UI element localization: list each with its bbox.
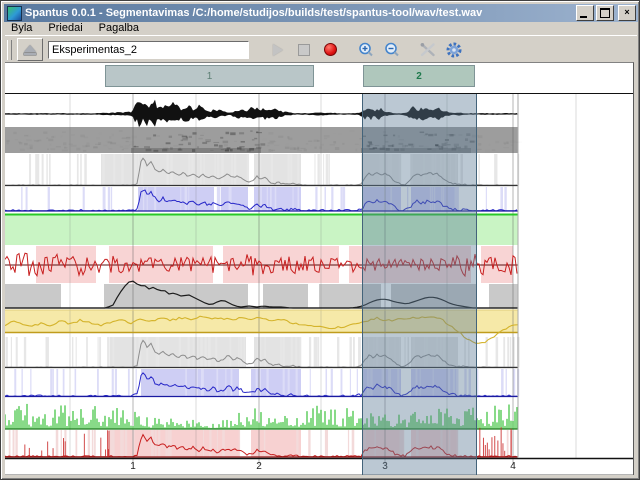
segment-1-label: 1 bbox=[206, 70, 213, 82]
zoom-in-icon bbox=[359, 42, 373, 56]
zoom-out-icon bbox=[385, 42, 399, 56]
play-icon bbox=[273, 43, 283, 56]
ruler-tick-2: 2 bbox=[256, 461, 262, 472]
toolbar bbox=[5, 35, 637, 63]
ruler-tick-1: 1 bbox=[130, 461, 136, 472]
window-title: Spantus 0.0.1 - Segmentavimas /C:/home/s… bbox=[25, 7, 483, 19]
segment-marker-2[interactable]: 2 bbox=[363, 65, 475, 87]
segmentation-view: 1 2 1 2 3 4 bbox=[5, 62, 634, 475]
segment-2-label: 2 bbox=[416, 70, 422, 82]
settings-gear-button[interactable] bbox=[442, 39, 466, 60]
minimize-button[interactable] bbox=[576, 5, 594, 21]
maximize-icon bbox=[600, 8, 610, 18]
menu-bar: Byla Priedai Pagalba bbox=[5, 22, 637, 35]
ruler-tick-4: 4 bbox=[510, 461, 516, 472]
minimize-icon bbox=[580, 16, 587, 18]
play-button[interactable] bbox=[266, 39, 290, 60]
app-icon bbox=[7, 5, 22, 21]
stop-icon bbox=[298, 43, 310, 56]
experiment-name-input[interactable] bbox=[48, 40, 249, 59]
menu-byla[interactable]: Byla bbox=[5, 22, 40, 35]
toolbar-grip[interactable] bbox=[7, 39, 12, 60]
zoom-in-button[interactable] bbox=[354, 39, 378, 60]
window-frame: Spantus 0.0.1 - Segmentavimas /C:/home/s… bbox=[0, 0, 640, 480]
gear-icon bbox=[446, 42, 462, 57]
segment-marker-1[interactable]: 1 bbox=[105, 65, 314, 87]
eject-button[interactable] bbox=[17, 38, 43, 61]
close-button[interactable]: × bbox=[618, 5, 636, 21]
tools-button[interactable] bbox=[416, 39, 440, 60]
track-canvas[interactable] bbox=[5, 63, 634, 476]
tools-icon bbox=[420, 42, 435, 56]
maximize-button[interactable] bbox=[596, 5, 614, 21]
menu-priedai[interactable]: Priedai bbox=[40, 22, 90, 35]
selection-overlay[interactable] bbox=[362, 94, 477, 475]
record-icon bbox=[323, 43, 337, 56]
title-bar[interactable]: Spantus 0.0.1 - Segmentavimas /C:/home/s… bbox=[4, 4, 638, 22]
menu-pagalba[interactable]: Pagalba bbox=[91, 22, 147, 35]
close-icon: × bbox=[624, 7, 630, 17]
eject-icon bbox=[24, 44, 36, 52]
record-button[interactable] bbox=[318, 39, 342, 60]
stop-button[interactable] bbox=[292, 39, 316, 60]
zoom-out-button[interactable] bbox=[380, 39, 404, 60]
